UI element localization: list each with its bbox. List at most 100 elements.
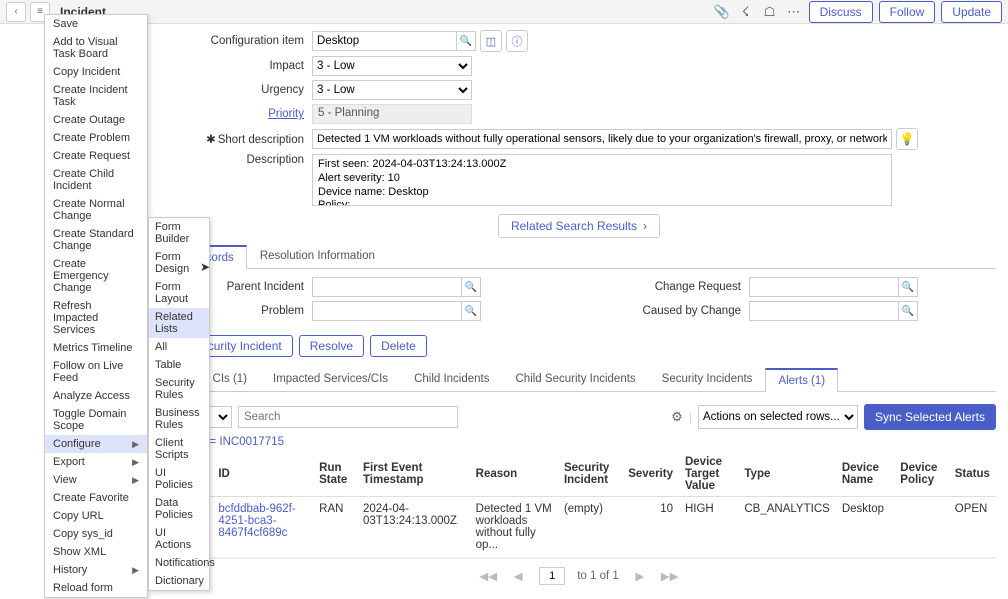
submenu-client-scripts[interactable]: Client Scripts bbox=[149, 434, 209, 464]
config-item-label: Configuration item bbox=[162, 35, 312, 47]
col-run-state[interactable]: Run State bbox=[313, 452, 357, 497]
col-status[interactable]: Status bbox=[949, 452, 996, 497]
priority-value: 5 - Planning bbox=[312, 104, 472, 124]
first-page-button[interactable]: ◀◀ bbox=[479, 567, 497, 585]
next-page-button[interactable]: ▶ bbox=[631, 567, 649, 585]
more-icon[interactable]: ⋯ bbox=[785, 3, 803, 21]
actions-select[interactable]: Actions on selected rows... bbox=[698, 405, 858, 429]
update-button[interactable]: Update bbox=[941, 1, 1002, 23]
activity-icon[interactable]: ☇ bbox=[737, 3, 755, 21]
problem-lookup[interactable]: 🔍 bbox=[461, 301, 481, 321]
submenu-all[interactable]: All bbox=[149, 338, 209, 356]
submenu-form-layout[interactable]: Form Layout bbox=[149, 278, 209, 308]
menu-export[interactable]: Export▶ bbox=[45, 453, 147, 471]
urgency-select[interactable]: 3 - Low bbox=[312, 80, 472, 100]
menu-create-problem[interactable]: Create Problem bbox=[45, 129, 147, 147]
col-device[interactable]: Device Name bbox=[836, 452, 894, 497]
menu-refresh-impacted[interactable]: Refresh Impacted Services bbox=[45, 297, 147, 339]
list-search-input[interactable] bbox=[238, 406, 458, 428]
row-id-link[interactable]: bcfddbab-962f-4251-bca3-8467f4cf689c bbox=[218, 503, 295, 539]
parent-incident-lookup[interactable]: 🔍 bbox=[461, 277, 481, 297]
col-first-event[interactable]: First Event Timestamp bbox=[357, 452, 470, 497]
submenu-business-rules[interactable]: Business Rules bbox=[149, 404, 209, 434]
menu-create-emergency-change[interactable]: Create Emergency Change bbox=[45, 255, 147, 297]
table-row: bcfddbab-962f-4251-bca3-8467f4cf689c RAN… bbox=[162, 497, 996, 558]
config-item-lookup[interactable]: 🔍 bbox=[456, 31, 476, 51]
col-policy[interactable]: Device Policy bbox=[894, 452, 948, 497]
gear-icon[interactable]: ⚙ bbox=[671, 409, 683, 425]
col-severity[interactable]: Severity bbox=[622, 452, 679, 497]
prev-page-button[interactable]: ◀ bbox=[509, 567, 527, 585]
menu-reload-form[interactable]: Reload form bbox=[45, 579, 147, 597]
menu-show-xml[interactable]: Show XML bbox=[45, 543, 147, 561]
tab-resolution-info[interactable]: Resolution Information bbox=[247, 244, 388, 268]
menu-history[interactable]: History▶ bbox=[45, 561, 147, 579]
menu-save[interactable]: Save bbox=[45, 15, 147, 33]
tree-icon[interactable]: ◫ bbox=[480, 30, 502, 52]
list-breadcrumb[interactable]: Incident = INC0017715 bbox=[162, 434, 996, 452]
tab-alerts[interactable]: Alerts (1) bbox=[765, 368, 838, 392]
change-request-input[interactable] bbox=[749, 277, 899, 297]
attachment-icon[interactable]: 📎 bbox=[713, 3, 731, 21]
parent-incident-input[interactable] bbox=[312, 277, 462, 297]
col-target[interactable]: Device Target Value bbox=[679, 452, 738, 497]
menu-create-incident-task[interactable]: Create Incident Task bbox=[45, 81, 147, 111]
caused-by-change-lookup[interactable]: 🔍 bbox=[898, 301, 918, 321]
menu-view[interactable]: View▶ bbox=[45, 471, 147, 489]
delete-button[interactable]: Delete bbox=[370, 335, 427, 357]
menu-export-label: Export bbox=[53, 456, 85, 468]
tab-child-incidents[interactable]: Child Incidents bbox=[401, 367, 502, 391]
col-security-incident[interactable]: Security Incident bbox=[558, 452, 622, 497]
resolve-button[interactable]: Resolve bbox=[299, 335, 364, 357]
submenu-related-lists[interactable]: Related Lists bbox=[149, 308, 209, 338]
menu-copy-url[interactable]: Copy URL bbox=[45, 507, 147, 525]
suggestion-icon[interactable]: 💡 bbox=[896, 128, 918, 150]
menu-configure[interactable]: Configure▶ bbox=[45, 435, 147, 453]
follow-button[interactable]: Follow bbox=[879, 1, 936, 23]
back-button[interactable]: ‹ bbox=[6, 2, 26, 22]
menu-follow-live-feed[interactable]: Follow on Live Feed bbox=[45, 357, 147, 387]
impact-select[interactable]: 3 - Low bbox=[312, 56, 472, 76]
description-input[interactable] bbox=[312, 154, 892, 206]
short-desc-input[interactable] bbox=[312, 129, 892, 149]
menu-create-favorite[interactable]: Create Favorite bbox=[45, 489, 147, 507]
submenu-table[interactable]: Table bbox=[149, 356, 209, 374]
col-type[interactable]: Type bbox=[738, 452, 835, 497]
submenu-data-policies[interactable]: Data Policies bbox=[149, 494, 209, 524]
page-input[interactable] bbox=[539, 567, 565, 585]
tab-child-security-incidents[interactable]: Child Security Incidents bbox=[503, 367, 649, 391]
submenu-form-builder[interactable]: Form Builder bbox=[149, 218, 209, 248]
submenu-ui-actions[interactable]: UI Actions bbox=[149, 524, 209, 554]
menu-create-standard-change[interactable]: Create Standard Change bbox=[45, 225, 147, 255]
priority-label[interactable]: Priority bbox=[162, 108, 312, 120]
submenu-notifications[interactable]: Notifications bbox=[149, 554, 209, 572]
col-reason[interactable]: Reason bbox=[470, 452, 558, 497]
col-id[interactable]: ID bbox=[212, 452, 313, 497]
tab-impacted-services[interactable]: Impacted Services/CIs bbox=[260, 367, 401, 391]
tag-icon[interactable]: ☖ bbox=[761, 3, 779, 21]
submenu-security-rules[interactable]: Security Rules bbox=[149, 374, 209, 404]
menu-toggle-domain-scope[interactable]: Toggle Domain Scope bbox=[45, 405, 147, 435]
submenu-dictionary[interactable]: Dictionary bbox=[149, 572, 209, 590]
menu-create-outage[interactable]: Create Outage bbox=[45, 111, 147, 129]
related-search-button[interactable]: Related Search Results› bbox=[498, 214, 660, 238]
discuss-button[interactable]: Discuss bbox=[809, 1, 873, 23]
menu-create-child-incident[interactable]: Create Child Incident bbox=[45, 165, 147, 195]
info-icon[interactable]: ⓘ bbox=[506, 30, 528, 52]
last-page-button[interactable]: ▶▶ bbox=[661, 567, 679, 585]
menu-analyze-access[interactable]: Analyze Access bbox=[45, 387, 147, 405]
menu-create-request[interactable]: Create Request bbox=[45, 147, 147, 165]
menu-add-visual-taskboard[interactable]: Add to Visual Task Board bbox=[45, 33, 147, 63]
problem-input[interactable] bbox=[312, 301, 462, 321]
menu-copy-incident[interactable]: Copy Incident bbox=[45, 63, 147, 81]
list-toolbar: ⚙ | Actions on selected rows... Sync Sel… bbox=[162, 400, 996, 434]
tab-security-incidents[interactable]: Security Incidents bbox=[649, 367, 766, 391]
menu-copy-sysid[interactable]: Copy sys_id bbox=[45, 525, 147, 543]
sync-selected-alerts-button[interactable]: Sync Selected Alerts bbox=[864, 404, 996, 430]
menu-create-normal-change[interactable]: Create Normal Change bbox=[45, 195, 147, 225]
caused-by-change-input[interactable] bbox=[749, 301, 899, 321]
config-item-input[interactable] bbox=[312, 31, 457, 51]
menu-metrics-timeline[interactable]: Metrics Timeline bbox=[45, 339, 147, 357]
submenu-ui-policies[interactable]: UI Policies bbox=[149, 464, 209, 494]
change-request-lookup[interactable]: 🔍 bbox=[898, 277, 918, 297]
